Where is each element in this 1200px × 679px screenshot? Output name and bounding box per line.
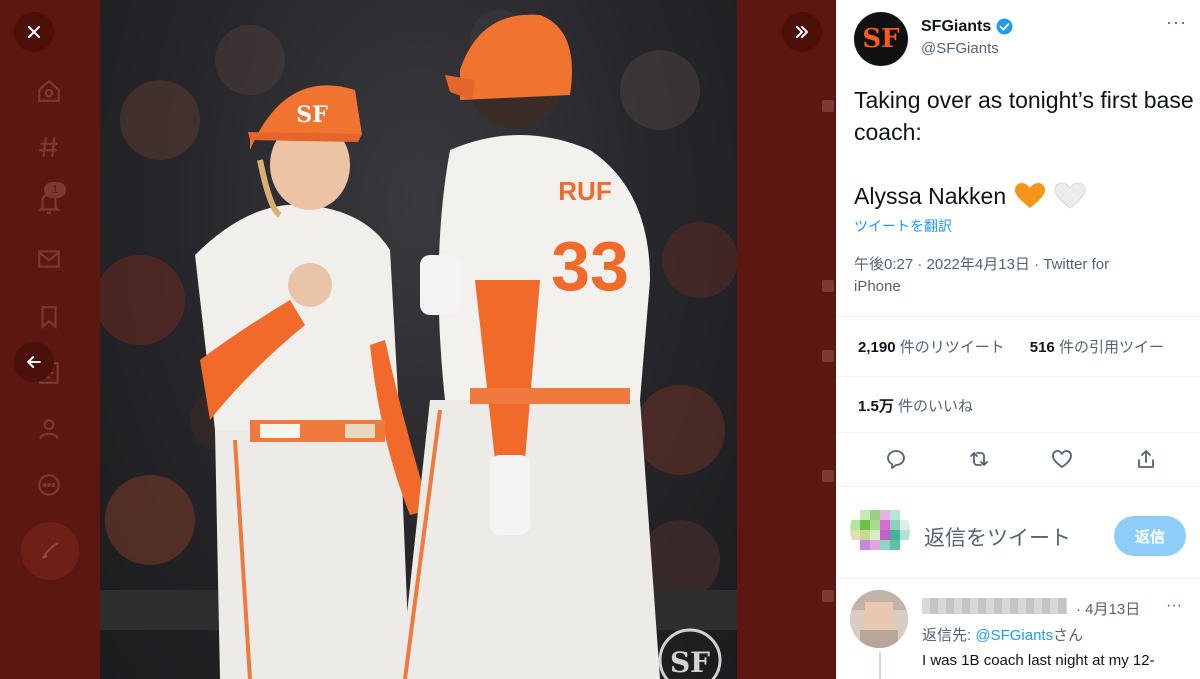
account-avatar[interactable]: SF [854, 12, 908, 66]
quote-count: 516 [1029, 339, 1055, 356]
home-icon [34, 76, 64, 106]
notification-badge: 1 [44, 182, 66, 198]
share-action-button[interactable] [1134, 447, 1160, 473]
more-circle-icon [34, 470, 64, 500]
tweet-detail-panel: SF SFGiants @SFGiants ··· Taking over as… [836, 0, 1200, 679]
retweet-quote-stats[interactable]: 2,190 件のリツイート 516 件の引用ツイー [858, 336, 1164, 357]
reply-bubble-icon [887, 450, 905, 469]
reply-action-button[interactable] [884, 447, 910, 473]
reply-to-line: 返信先: @SFGiantsさん [922, 624, 1083, 645]
divider [836, 432, 1200, 433]
divider [836, 578, 1200, 579]
close-icon [28, 26, 40, 38]
arrow-left-icon [27, 356, 41, 368]
tweet-text-name: Alyssa Nakken [854, 183, 1007, 209]
reply-author-name-blurred[interactable] [922, 598, 1067, 614]
display-name-row[interactable]: SFGiants [921, 17, 1014, 36]
reply-more-options-icon[interactable]: ··· [1166, 597, 1182, 615]
avatar-logo: SF [862, 24, 900, 54]
account-handle[interactable]: @SFGiants [921, 40, 999, 57]
svg-text:SF: SF [296, 102, 328, 128]
close-button[interactable] [14, 12, 54, 52]
tweet-timestamp[interactable]: 午後0:27 · 2022年4月13日 · Twitter for iPhone [854, 254, 1154, 298]
tweet-text: Taking over as tonight’s first base coac… [854, 87, 1194, 145]
batter-figure: 33 RUF [400, 14, 660, 679]
likes-stats[interactable]: 1.5万 件のいいね [858, 395, 973, 416]
media-viewer: 1 SF 33 RUF SF SF SFGiants @SFGiants ···… [0, 0, 1200, 679]
reply-input[interactable]: 返信をツイート [924, 522, 1071, 552]
reply-date[interactable]: · 4月13日 [1076, 598, 1140, 619]
reply-author-avatar[interactable] [850, 590, 908, 648]
tweet-actions [884, 447, 1164, 473]
retweet-count: 2,190 [858, 339, 896, 356]
tweet-photo[interactable]: SF 33 RUF SF [100, 0, 737, 679]
retweet-label: 件のリツイート [899, 339, 1005, 356]
profile-icon [34, 414, 64, 444]
reply-to-suffix: さん [1053, 627, 1084, 644]
reply-to-handle[interactable]: @SFGiants [975, 627, 1053, 644]
display-name[interactable]: SFGiants [921, 18, 991, 36]
thread-line [879, 652, 881, 679]
heart-outline-icon [1052, 450, 1072, 468]
reply-text: I was 1B coach last night at my 12- [922, 652, 1155, 669]
reply-to-prefix: 返信先: [922, 627, 976, 644]
jersey-nameplate: RUF [558, 176, 611, 206]
quote-label: 件の引用ツイー [1058, 339, 1164, 356]
retweet-icon [970, 452, 988, 466]
translate-tweet-link[interactable]: ツイートを翻訳 [854, 216, 952, 236]
photo-illustration: SF 33 RUF SF [100, 10, 737, 679]
verified-badge-icon [996, 18, 1013, 35]
svg-text:SF: SF [670, 646, 710, 679]
jersey-number: 33 [551, 227, 629, 305]
more-options-icon[interactable]: ··· [1166, 12, 1187, 33]
retweet-action-button[interactable] [967, 447, 993, 473]
coach-figure: SF [195, 85, 430, 679]
orange-heart-icon [1015, 183, 1046, 208]
compose-tweet-button [21, 522, 79, 580]
divider [836, 316, 1200, 317]
likes-label: 件のいいね [898, 398, 974, 415]
white-heart-icon [1054, 182, 1086, 209]
previous-media-button[interactable] [14, 342, 54, 382]
explore-hash-icon [34, 132, 64, 162]
expand-panel-button[interactable] [782, 12, 822, 52]
like-action-button[interactable] [1050, 447, 1076, 473]
current-user-avatar[interactable] [850, 500, 910, 560]
dimmed-sidebar: 1 [0, 0, 100, 679]
share-icon [1138, 450, 1154, 468]
double-chevron-right-icon [796, 26, 808, 38]
messages-mail-icon [34, 244, 64, 274]
divider [836, 486, 1200, 487]
divider [836, 376, 1200, 377]
tweet-text-line2: Alyssa Nakken [854, 180, 1086, 212]
dimmed-timeline-strip [737, 0, 836, 679]
pixelated-avatar-image [850, 500, 910, 560]
reply-submit-button[interactable]: 返信 [1114, 516, 1186, 556]
pixelated-reply-avatar-image [850, 590, 908, 648]
bookmark-icon [34, 302, 64, 332]
likes-count: 1.5万 [858, 398, 894, 415]
